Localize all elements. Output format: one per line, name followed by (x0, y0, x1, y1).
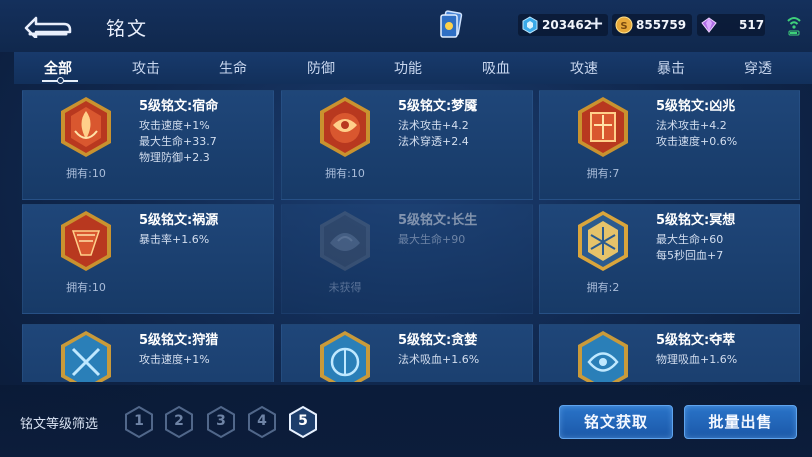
level-filter-2[interactable]: 2 (164, 405, 194, 439)
greed-emblem-icon (320, 331, 370, 382)
inscription-card-fate[interactable]: 拥有:10 5级铭文:宿命 攻击速度+1% 最大生命+33.7 物理防御+2.3 (22, 90, 274, 200)
tab-attack-speed[interactable]: 攻速 (554, 58, 614, 78)
inscription-stat: 物理防御+2.3 (139, 151, 210, 164)
inscription-stat: 最大生命+33.7 (139, 135, 217, 148)
inscription-name: 5级铭文:夺萃 (656, 333, 736, 348)
level-filter-1[interactable]: 1 (124, 405, 154, 439)
level-filter-label: 铭文等级筛选 (20, 417, 99, 432)
inscription-stat: 攻击速度+1% (139, 119, 210, 132)
bottom-bar: 铭文等级筛选 1 2 3 4 5 铭文获取 批量出售 (0, 385, 812, 457)
owned-count: 未获得 (328, 281, 362, 294)
purple-crystal-icon (701, 17, 717, 33)
inscription-card-calamity[interactable]: 拥有:10 5级铭文:祸源 暴击率+1.6% (22, 204, 274, 314)
inscription-card-nightmare[interactable]: 拥有:10 5级铭文:梦魇 法术攻击+4.2 法术穿透+2.4 (281, 90, 533, 200)
tab-defense[interactable]: 防御 (291, 58, 351, 78)
tab-attack[interactable]: 攻击 (116, 58, 176, 78)
inscription-stat: 最大生命+60 (656, 233, 724, 246)
tab-penetration[interactable]: 穿透 (728, 58, 788, 78)
inscription-name: 5级铭文:冥想 (656, 213, 736, 228)
inscription-name: 5级铭文:宿命 (139, 99, 219, 114)
hunt-emblem-icon (61, 331, 111, 382)
calamity-emblem-icon (61, 211, 111, 271)
omen-emblem-icon (578, 97, 628, 157)
inscription-name: 5级铭文:长生 (398, 213, 478, 228)
owned-count: 拥有:10 (66, 281, 106, 294)
active-tab-dot (57, 77, 64, 84)
inscription-stat: 法术攻击+4.2 (656, 119, 727, 132)
diamond-value: 203462 (542, 18, 593, 32)
level-filter-label: 2 (174, 413, 184, 429)
inscription-name: 5级铭文:梦魇 (398, 99, 478, 114)
level-filter-label: 5 (298, 413, 308, 429)
back-arrow-icon[interactable] (20, 10, 72, 38)
owned-count: 拥有:7 (586, 167, 620, 180)
level-filter-5[interactable]: 5 (288, 405, 318, 439)
inscription-stat: 暴击率+1.6% (139, 233, 210, 246)
crystal-value: 517 (739, 18, 765, 32)
diamond-gem-icon (522, 16, 538, 34)
gold-currency: S 855759 (612, 14, 692, 36)
inscription-stat: 攻击速度+0.6% (656, 135, 738, 148)
wifi-icon (787, 17, 801, 36)
add-diamond-button[interactable]: + (589, 15, 604, 33)
meditation-emblem-icon (578, 211, 628, 271)
level-filter-label: 4 (257, 413, 267, 429)
inscription-grid: 拥有:10 5级铭文:宿命 攻击速度+1% 最大生命+33.7 物理防御+2.3… (0, 90, 812, 382)
nightmare-emblem-icon (320, 97, 370, 157)
tab-utility[interactable]: 功能 (378, 58, 438, 78)
fate-emblem-icon (61, 97, 111, 157)
inscription-stat: 法术穿透+2.4 (398, 135, 469, 148)
inscription-stat: 每5秒回血+7 (656, 249, 724, 262)
inscription-stat: 法术吸血+1.6% (398, 353, 480, 366)
obtain-inscription-button[interactable]: 铭文获取 (559, 405, 673, 439)
bulk-sell-button[interactable]: 批量出售 (684, 405, 797, 439)
inscription-card-meditation[interactable]: 拥有:2 5级铭文:冥想 最大生命+60 每5秒回血+7 (539, 204, 800, 314)
inscription-stat: 物理吸血+1.6% (656, 353, 738, 366)
longevity-emblem-icon (320, 211, 370, 271)
extract-emblem-icon (578, 331, 628, 382)
inscription-card-hunt[interactable]: 5级铭文:狩猎 攻击速度+1% (22, 324, 274, 382)
inscription-name: 5级铭文:贪婪 (398, 333, 478, 348)
top-bar: 铭文 203462 + S 855759 517 (0, 0, 812, 52)
gold-value: 855759 (636, 18, 687, 32)
level-filter-4[interactable]: 4 (247, 405, 277, 439)
level-filter-label: 1 (134, 413, 144, 429)
level-filter-3[interactable]: 3 (206, 405, 236, 439)
diamond-currency: 203462 + (518, 14, 608, 36)
crystal-currency: 517 (697, 14, 765, 36)
inscription-stat: 攻击速度+1% (139, 353, 210, 366)
inscription-card-greed[interactable]: 5级铭文:贪婪 法术吸血+1.6% (281, 324, 533, 382)
level-filter-label: 3 (216, 413, 226, 429)
tab-all[interactable]: 全部 (28, 58, 88, 78)
tab-health[interactable]: 生命 (203, 58, 263, 78)
inscription-deck-icon[interactable] (438, 10, 464, 42)
inscription-stat: 最大生命+90 (398, 233, 466, 246)
svg-text:S: S (620, 21, 627, 32)
inscription-card-extract[interactable]: 5级铭文:夺萃 物理吸血+1.6% (539, 324, 800, 382)
inscription-name: 5级铭文:祸源 (139, 213, 219, 228)
owned-count: 拥有:10 (66, 167, 106, 180)
page-title: 铭文 (106, 18, 149, 40)
gold-coin-icon: S (615, 16, 633, 34)
inscription-card-omen[interactable]: 拥有:7 5级铭文:凶兆 法术攻击+4.2 攻击速度+0.6% (539, 90, 800, 200)
inscription-card-longevity[interactable]: 未获得 5级铭文:长生 最大生命+90 (281, 204, 533, 314)
owned-count: 拥有:10 (325, 167, 365, 180)
inscription-stat: 法术攻击+4.2 (398, 119, 469, 132)
inscription-name: 5级铭文:狩猎 (139, 333, 219, 348)
tab-lifesteal[interactable]: 吸血 (466, 58, 526, 78)
owned-count: 拥有:2 (586, 281, 620, 294)
tab-crit[interactable]: 暴击 (641, 58, 701, 78)
category-tabs: 全部 攻击 生命 防御 功能 吸血 攻速 暴击 穿透 (14, 52, 812, 84)
inscription-name: 5级铭文:凶兆 (656, 99, 736, 114)
